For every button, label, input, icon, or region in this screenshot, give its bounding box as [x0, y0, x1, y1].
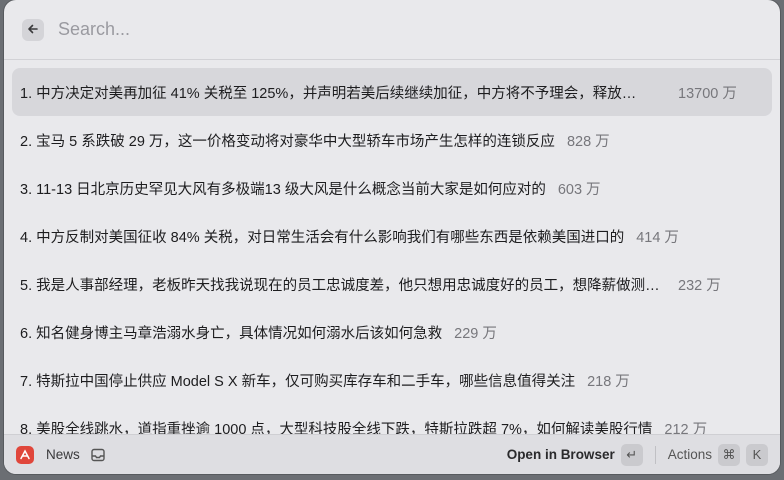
- list-item-title: 5. 我是人事部经理，老板昨天找我说现在的员工忠诚度差，他只想用忠诚度好的员工，…: [20, 277, 660, 294]
- list-item-count: 229 万: [454, 325, 497, 342]
- list-item[interactable]: 7. 特斯拉中国停止供应 Model S X 新车，仅可购买库存车和二手车，哪些…: [12, 356, 772, 404]
- inbox-icon[interactable]: [90, 447, 106, 463]
- list-item-count: 232 万: [678, 277, 721, 294]
- search-bar: [4, 0, 780, 60]
- app-name: News: [46, 447, 80, 462]
- list-item-count: 414 万: [636, 229, 679, 246]
- list-item[interactable]: 5. 我是人事部经理，老板昨天找我说现在的员工忠诚度差，他只想用忠诚度好的员工，…: [12, 260, 772, 308]
- return-key-icon: ↵: [620, 443, 643, 466]
- list-item-count: 603 万: [557, 181, 601, 198]
- list-item-title: 4. 中方反制对美国征收 84% 关税，对日常生活会有什么影响我们有哪些东西是依…: [20, 229, 625, 246]
- back-button[interactable]: [22, 18, 44, 41]
- list-item-count: 218 万: [587, 373, 630, 390]
- list-item-title: 1. 中方决定对美再加征 41% 关税至 125%，并声明若美后续继续加征，中方…: [20, 85, 637, 102]
- list-item-count: 13700 万: [678, 85, 737, 102]
- list-item[interactable]: 3. 11-13 日北京历史罕见大风有多极端13 级大风是什么概念当前大家是如何…: [12, 164, 772, 212]
- list-item[interactable]: 1. 中方决定对美再加征 41% 关税至 125%，并声明若美后续继续加征，中方…: [12, 68, 772, 116]
- launcher-window: 1. 中方决定对美再加征 41% 关税至 125%，并声明若美后续继续加征，中方…: [4, 0, 780, 474]
- search-input[interactable]: [56, 18, 660, 41]
- news-app-icon: [16, 445, 34, 464]
- list-item-count: 828 万: [566, 133, 610, 150]
- list-item-title: 3. 11-13 日北京历史罕见大风有多极端13 级大风是什么概念当前大家是如何…: [20, 181, 546, 198]
- actions-button[interactable]: Actions: [668, 447, 712, 462]
- list-item-title: 7. 特斯拉中国停止供应 Model S X 新车，仅可购买库存车和二手车，哪些…: [20, 373, 576, 390]
- list-item[interactable]: 4. 中方反制对美国征收 84% 关税，对日常生活会有什么影响我们有哪些东西是依…: [12, 212, 772, 260]
- open-in-browser-button[interactable]: Open in Browser: [507, 447, 615, 462]
- arrow-left-icon: [27, 22, 39, 38]
- list-item-title: 6. 知名健身博主马章浩溺水身亡，具体情况如何溺水后该如何急救: [20, 325, 443, 342]
- list-item[interactable]: 8. 美股全线跳水，道指重挫逾 1000 点，大型科技股全线下跌，特斯拉跌超 7…: [12, 404, 772, 435]
- divider: [654, 445, 656, 464]
- list-item[interactable]: 6. 知名健身博主马章浩溺水身亡，具体情况如何溺水后该如何急救 229 万: [12, 308, 772, 356]
- command-key: ⌘: [718, 443, 740, 466]
- list-item[interactable]: 2. 宝马 5 系跌破 29 万，这一价格变动将对豪华中大型轿车市场产生怎样的连…: [12, 116, 772, 164]
- list-item-title: 8. 美股全线跳水，道指重挫逾 1000 点，大型科技股全线下跌，特斯拉跌超 7…: [20, 421, 653, 435]
- list-item-title: 2. 宝马 5 系跌破 29 万，这一价格变动将对豪华中大型轿车市场产生怎样的连…: [20, 133, 555, 150]
- list-item-count: 212 万: [664, 421, 708, 435]
- results-list: 1. 中方决定对美再加征 41% 关税至 125%，并声明若美后续继续加征，中方…: [4, 60, 780, 434]
- k-key: K: [746, 443, 768, 466]
- action-bar: News Open in Browser ↵ Actions ⌘ K: [4, 434, 780, 474]
